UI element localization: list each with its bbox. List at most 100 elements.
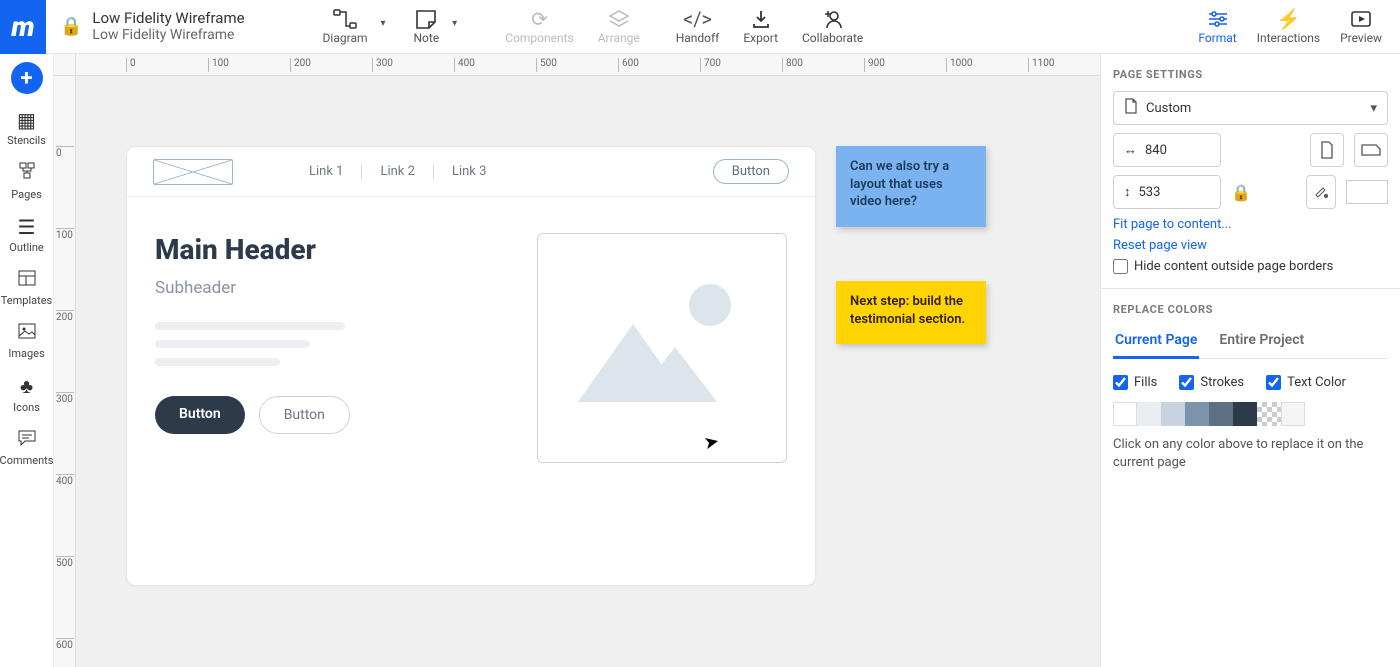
images-icon [17, 321, 37, 345]
ruler-tick: 200 [290, 58, 311, 72]
ruler-tick: 300 [372, 58, 393, 72]
replace-colors-header: REPLACE COLORS [1113, 303, 1388, 316]
sidebar-item-icons[interactable]: ♣ Icons [13, 374, 40, 414]
ruler-tick: 600 [618, 58, 639, 72]
image-mountain-icon [633, 347, 717, 402]
sidebar-item-outline[interactable]: ☰ Outline [9, 215, 44, 254]
height-input[interactable]: ↕ 533 [1113, 175, 1221, 209]
wf-text-line[interactable] [155, 340, 310, 348]
wf-primary-button[interactable]: Button [155, 396, 245, 434]
components-button[interactable]: ⟳ Components [497, 6, 582, 47]
color-swatch[interactable] [1281, 402, 1305, 426]
color-swatch[interactable] [1209, 402, 1233, 426]
ruler-tick: 600 [56, 638, 74, 651]
icons-icon: ♣ [20, 374, 33, 399]
sticky-note-yellow[interactable]: Next step: build the testimonial section… [836, 281, 986, 344]
bg-color-button[interactable] [1306, 175, 1336, 209]
bg-color-swatch[interactable] [1346, 180, 1388, 204]
color-swatch[interactable] [1233, 402, 1257, 426]
wf-link-1[interactable]: Link 1 [309, 164, 343, 179]
toolbar-left: Diagram ▾ Note ▾ [315, 6, 448, 47]
lock-aspect-icon[interactable]: 🔒 [1231, 183, 1251, 202]
stage[interactable]: Link 1 Link 2 Link 3 Button Main Header … [76, 76, 1100, 667]
collaborate-button[interactable]: Collaborate [794, 6, 871, 47]
sticky-note-blue[interactable]: Can we also try a layout that uses video… [836, 146, 986, 227]
strokes-checkbox[interactable]: Strokes [1179, 375, 1244, 390]
code-icon: </> [686, 8, 710, 30]
wf-subheader[interactable]: Subheader [155, 278, 507, 298]
page-size-preset-select[interactable]: Custom ▾ [1113, 91, 1388, 125]
interactions-tab[interactable]: ⚡ Interactions [1249, 6, 1328, 47]
preview-tab[interactable]: Preview [1332, 6, 1390, 47]
color-swatch-transparent[interactable] [1257, 402, 1281, 426]
wf-nav-button[interactable]: Button [713, 159, 789, 184]
wf-text-line[interactable] [155, 358, 280, 366]
project-title: Low Fidelity Wireframe [92, 10, 244, 27]
hide-content-checkbox[interactable]: Hide content outside page borders [1113, 259, 1388, 274]
note-button[interactable]: Note ▾ [406, 6, 448, 47]
sticky-yellow-text: Next step: build the testimonial section… [850, 294, 965, 327]
orientation-landscape-button[interactable] [1354, 133, 1388, 167]
textcolor-input[interactable] [1266, 375, 1281, 390]
fills-input[interactable] [1113, 375, 1128, 390]
textcolor-label: Text Color [1287, 375, 1346, 390]
wf-secondary-button[interactable]: Button [259, 396, 350, 434]
canvas-area[interactable]: 010020030040050060070080090010001100 010… [54, 54, 1100, 667]
fills-checkbox[interactable]: Fills [1113, 375, 1157, 390]
wf-link-3[interactable]: Link 3 [452, 164, 486, 179]
sidebar-item-templates[interactable]: Templates [1, 268, 52, 307]
wf-logo-placeholder[interactable] [153, 159, 233, 185]
wf-image-placeholder[interactable] [537, 233, 787, 463]
wf-navbar: Link 1 Link 2 Link 3 Button [127, 147, 815, 197]
tab-entire-project[interactable]: Entire Project [1217, 326, 1306, 358]
wf-text-line[interactable] [155, 322, 345, 330]
lock-icon[interactable]: 🔒 [60, 16, 82, 37]
collaborate-label: Collaborate [802, 31, 863, 45]
stencils-icon: ▦ [17, 108, 36, 132]
add-button[interactable]: + [11, 62, 43, 94]
image-sun-icon [689, 284, 731, 326]
arrange-button[interactable]: Arrange [590, 6, 648, 47]
height-icon: ↕ [1124, 184, 1131, 200]
strokes-input[interactable] [1179, 375, 1194, 390]
layers-icon [607, 8, 631, 30]
ruler-tick: 300 [56, 392, 74, 405]
ruler-tick: 900 [864, 58, 885, 72]
sidebar-item-comments[interactable]: Comments [0, 428, 53, 467]
handoff-button[interactable]: </> Handoff [668, 6, 728, 47]
orientation-portrait-button[interactable] [1310, 133, 1344, 167]
fit-page-link[interactable]: Fit page to content... [1113, 217, 1388, 232]
sidebar-item-stencils[interactable]: ▦ Stencils [7, 108, 46, 147]
preset-value: Custom [1146, 101, 1191, 116]
color-swatch[interactable] [1113, 402, 1137, 426]
export-button[interactable]: Export [735, 6, 786, 47]
textcolor-checkbox[interactable]: Text Color [1266, 375, 1346, 390]
sidebar-item-pages[interactable]: Pages [11, 161, 42, 201]
reset-view-link[interactable]: Reset page view [1113, 238, 1388, 253]
color-swatch[interactable] [1137, 402, 1161, 426]
chevron-down-icon[interactable]: ▾ [452, 18, 457, 29]
wf-link-2[interactable]: Link 2 [380, 164, 414, 179]
wf-main-header[interactable]: Main Header [155, 233, 507, 266]
tab-current-page[interactable]: Current Page [1113, 326, 1199, 359]
ruler-horizontal: 010020030040050060070080090010001100 [76, 54, 1100, 76]
icons-label: Icons [13, 401, 40, 414]
handoff-label: Handoff [676, 31, 720, 45]
ruler-tick: 100 [56, 228, 74, 241]
width-input[interactable]: ↔ 840 [1113, 133, 1221, 167]
templates-icon [17, 268, 37, 292]
chevron-down-icon[interactable]: ▾ [380, 18, 385, 29]
color-swatch[interactable] [1161, 402, 1185, 426]
diagram-button[interactable]: Diagram ▾ [315, 6, 376, 47]
title-block[interactable]: Low Fidelity Wireframe Low Fidelity Wire… [92, 10, 244, 43]
format-tab[interactable]: Format [1190, 6, 1244, 47]
ruler-tick: 0 [126, 58, 136, 72]
color-swatch[interactable] [1185, 402, 1209, 426]
wireframe-page[interactable]: Link 1 Link 2 Link 3 Button Main Header … [126, 146, 816, 586]
interactions-label: Interactions [1257, 31, 1320, 45]
hide-content-input[interactable] [1113, 259, 1128, 274]
app-logo[interactable]: m [0, 0, 46, 54]
bolt-icon: ⚡ [1276, 8, 1300, 30]
images-label: Images [8, 347, 44, 360]
sidebar-item-images[interactable]: Images [8, 321, 44, 360]
